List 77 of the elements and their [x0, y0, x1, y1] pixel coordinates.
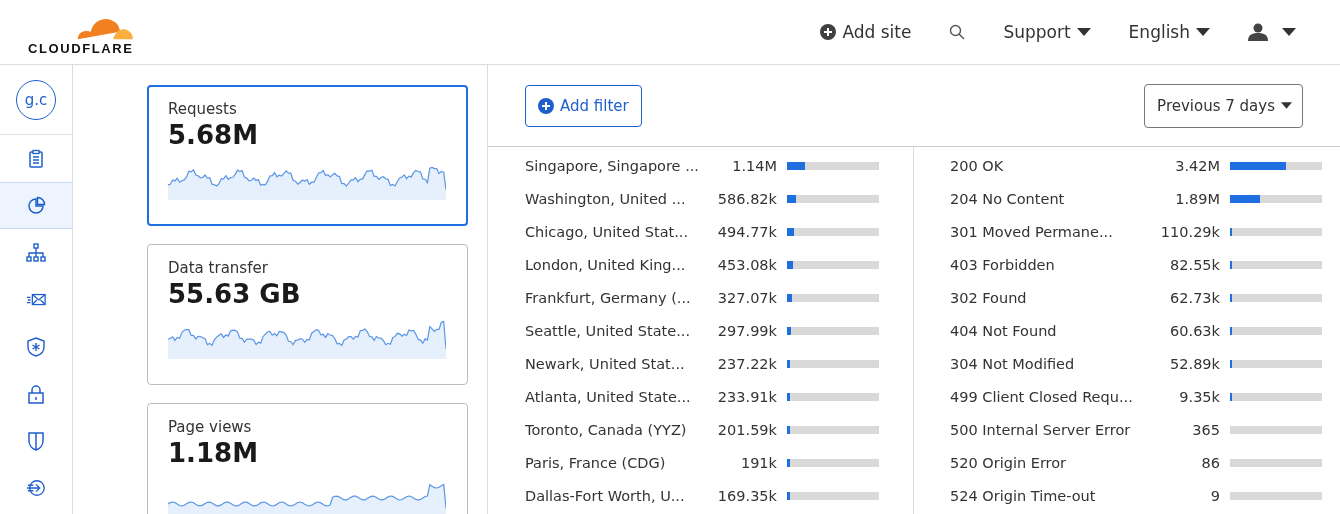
lock-icon: [26, 383, 46, 404]
status-code-name: 520 Origin Error: [950, 454, 1068, 471]
add-site-button[interactable]: Add site: [820, 22, 912, 42]
user-icon: [1248, 23, 1268, 41]
status-code-name: 304 Not Modified: [950, 355, 1076, 372]
status-code-name: 524 Origin Time-out: [950, 487, 1097, 504]
caret-icon: [1196, 28, 1210, 36]
request-count: 191k: [739, 454, 777, 471]
request-count: 52.89k: [1169, 355, 1220, 372]
request-count: 365: [1191, 421, 1220, 438]
language-dropdown[interactable]: English: [1128, 22, 1210, 42]
request-count: 494.77k: [716, 223, 777, 240]
request-count: 169.35k: [716, 487, 777, 504]
metric-label: Requests: [168, 100, 238, 118]
metric-label: Page views: [168, 418, 253, 436]
request-count: 62.73k: [1169, 289, 1220, 306]
location-name: Washington, United ...: [525, 190, 687, 207]
request-count: 201.59k: [716, 421, 777, 438]
request-count: 60.63k: [1169, 322, 1220, 339]
request-count: 233.91k: [716, 388, 777, 405]
request-count: 453.08k: [716, 256, 777, 273]
caret-icon: [1076, 28, 1091, 36]
request-count: 1.14M: [731, 157, 777, 174]
location-name: Paris, France (CDG): [525, 454, 667, 471]
metric-card[interactable]: Requests 5.68M: [147, 85, 468, 226]
shield-icon: [26, 430, 46, 451]
plus-circle-icon: [820, 24, 837, 40]
support-dropdown[interactable]: Support: [1003, 22, 1091, 42]
request-count: 9.35k: [1178, 388, 1220, 405]
location-name: Dallas-Fort Worth, U...: [525, 487, 686, 504]
location-name: Seattle, United State...: [525, 322, 691, 339]
sidebar-nav-item[interactable]: [0, 182, 72, 229]
request-count: 9: [1209, 487, 1220, 504]
metric-card[interactable]: Data transfer 55.63 GB: [147, 244, 468, 385]
time-range-dropdown[interactable]: Previous 7 days: [1144, 83, 1303, 128]
shield-snowflake-icon: [26, 336, 46, 357]
metric-card[interactable]: Page views 1.18M: [147, 403, 468, 514]
location-name: Atlanta, United State...: [525, 388, 692, 405]
search-button[interactable]: [949, 24, 966, 40]
status-code-name: 204 No Content: [950, 190, 1066, 207]
pie-chart-icon: [26, 195, 46, 216]
plus-circle-icon: [538, 97, 554, 114]
location-name: Singapore, Singapore ...: [525, 157, 700, 174]
location-name: Toronto, Canada (YYZ): [525, 421, 688, 438]
arrow-circle-icon: [26, 477, 46, 498]
status-code-name: 499 Client Closed Requ...: [950, 388, 1134, 405]
metric-label: Data transfer: [168, 259, 269, 277]
request-count: 3.42M: [1174, 157, 1220, 174]
location-name: Newark, United Stat...: [525, 355, 686, 372]
status-code-name: 404 Not Found: [950, 322, 1058, 339]
status-code-name: 200 OK: [950, 157, 1005, 174]
metric-value: 55.63 GB: [168, 279, 302, 309]
search-icon: [949, 24, 966, 40]
caret-icon: [1282, 28, 1296, 36]
location-name: Frankfurt, Germany (...: [525, 289, 692, 306]
request-count: 110.29k: [1159, 223, 1220, 240]
status-code-name: 403 Forbidden: [950, 256, 1056, 273]
caret-icon: [1281, 102, 1292, 109]
location-name: London, United King...: [525, 256, 687, 273]
request-count: 1.89M: [1174, 190, 1220, 207]
request-count: 586.82k: [716, 190, 777, 207]
metric-value: 1.18M: [168, 438, 260, 468]
status-code-name: 302 Found: [950, 289, 1028, 306]
status-code-name: 500 Internal Server Error: [950, 421, 1132, 438]
add-filter-button[interactable]: Add filter: [525, 84, 642, 127]
request-count: 86: [1200, 454, 1220, 471]
account-menu-button[interactable]: [1248, 23, 1296, 41]
location-name: Chicago, United Stat...: [525, 223, 690, 240]
metric-value: 5.68M: [168, 120, 260, 150]
sitemap-icon: [26, 242, 46, 263]
status-code-name: 301 Moved Permane...: [950, 223, 1114, 240]
request-count: 82.55k: [1169, 256, 1220, 273]
request-count: 297.99k: [716, 322, 777, 339]
clipboard-icon: [26, 148, 46, 169]
cloudflare-logo[interactable]: CLOUDFLARE: [28, 12, 134, 56]
request-count: 327.07k: [716, 289, 777, 306]
request-count: 237.22k: [716, 355, 777, 372]
